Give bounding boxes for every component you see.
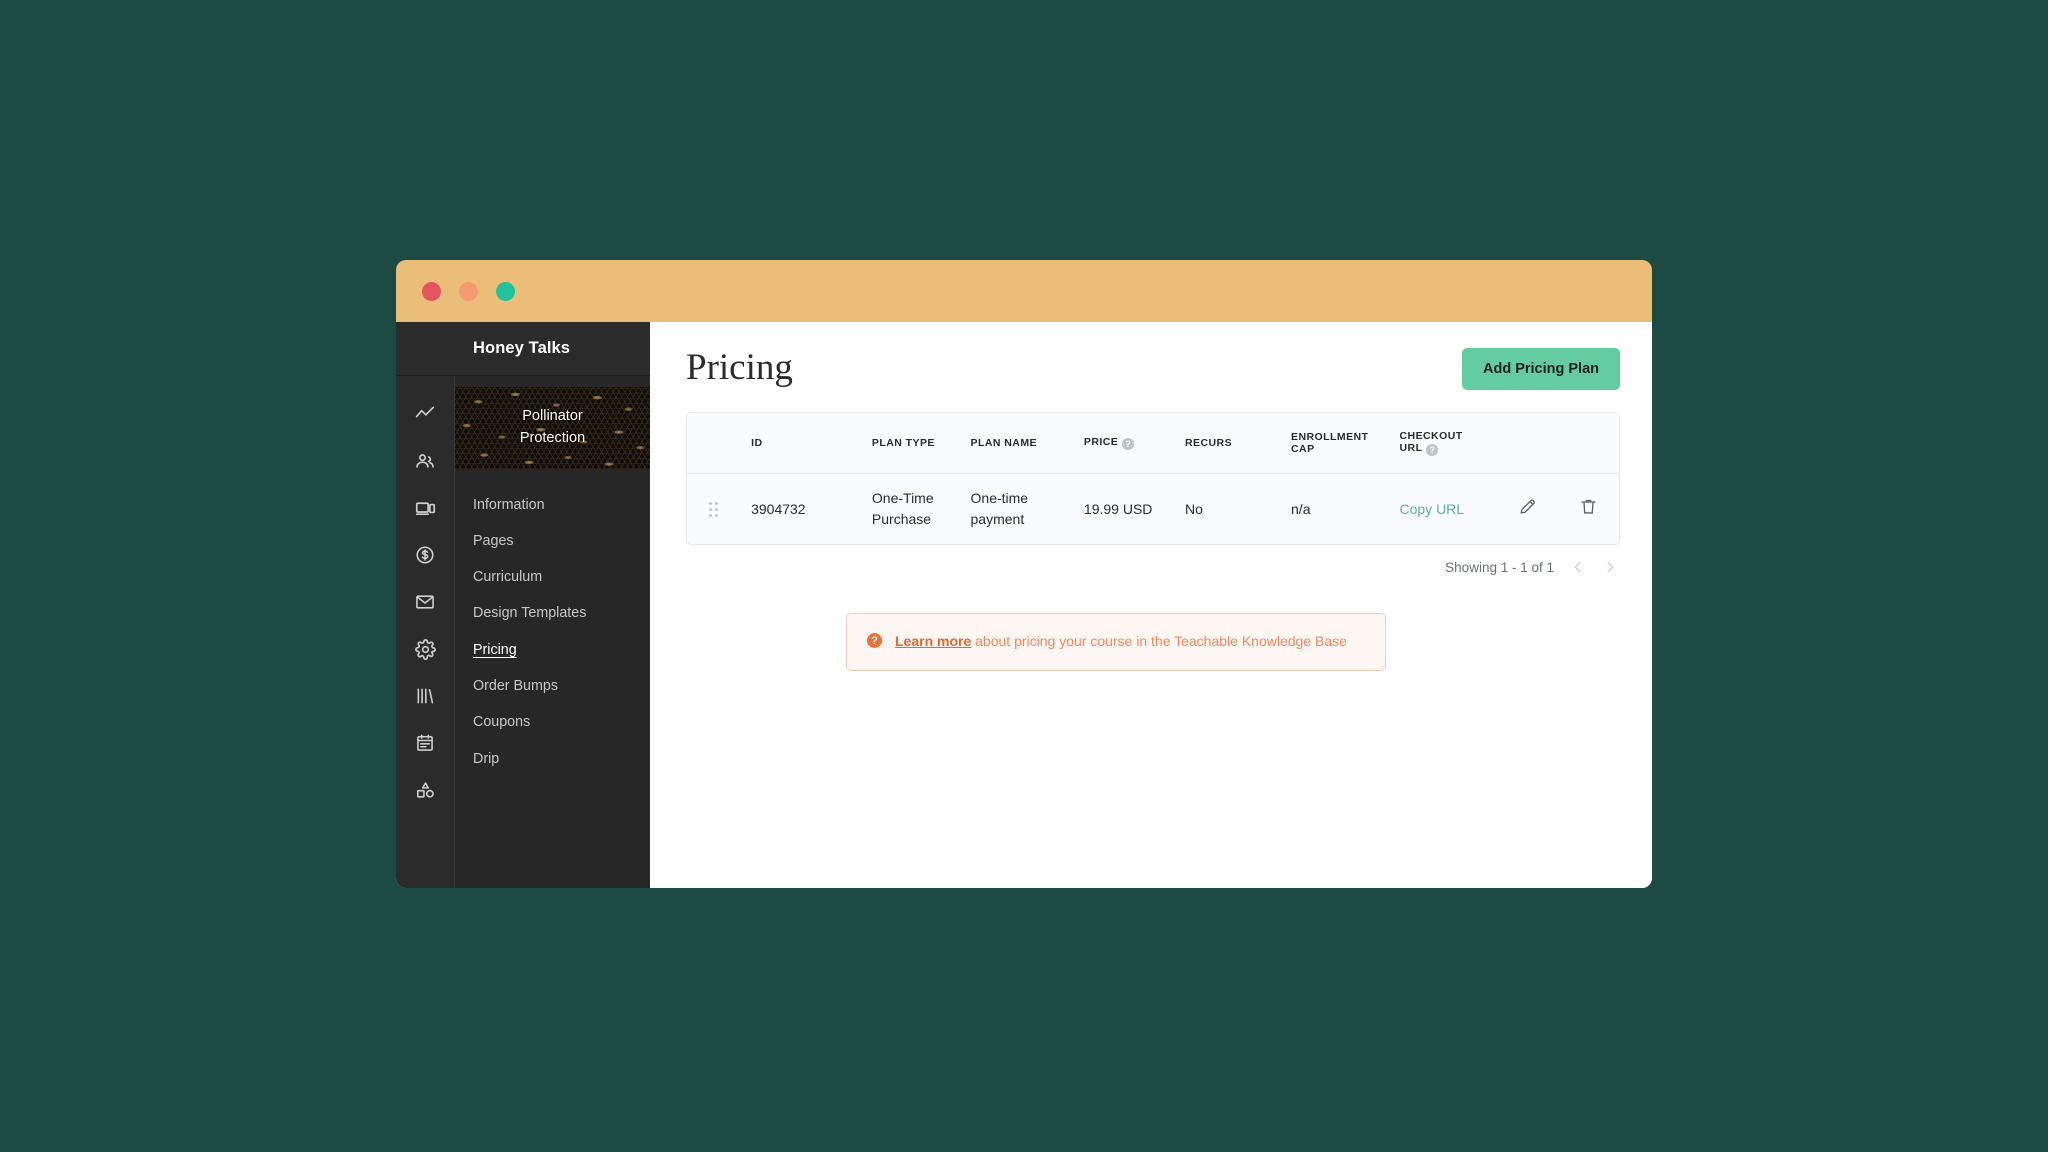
column-header-id: ID (751, 413, 872, 474)
sidebar-item-label: Coupons (473, 714, 531, 731)
column-header-delete (1564, 413, 1619, 474)
minimize-window-button[interactable] (459, 281, 478, 301)
sidebar-item-label: Order Bumps (473, 677, 559, 694)
pencil-icon[interactable] (1518, 497, 1537, 522)
copy-url-link[interactable]: Copy URL (1400, 501, 1465, 517)
primary-icon-rail (396, 322, 454, 888)
window-titlebar (396, 260, 1652, 322)
notes-icon[interactable] (407, 725, 443, 761)
pagination-showing-text: Showing 1 - 1 of 1 (1445, 559, 1554, 575)
checkout-url-line-2: URL (1399, 442, 1423, 454)
pricing-table-element: ID PLAN TYPE PLAN NAME PRICE? RECURS ENR… (687, 413, 1619, 544)
course-thumbnail[interactable]: Pollinator Protection (455, 387, 650, 469)
column-header-recurs: RECURS (1185, 413, 1292, 474)
analytics-icon[interactable] (407, 396, 443, 432)
checkout-url-help-icon[interactable]: ? (1426, 444, 1439, 456)
banner-body-text: about pricing your course in the Teachab… (971, 633, 1347, 649)
library-icon[interactable] (407, 678, 443, 714)
learn-more-link[interactable]: Learn more (895, 633, 971, 649)
maximize-window-button[interactable] (496, 281, 515, 301)
pricing-plans-table: ID PLAN TYPE PLAN NAME PRICE? RECURS ENR… (686, 412, 1620, 545)
cell-recurs: No (1185, 473, 1292, 544)
cell-edit (1495, 473, 1565, 544)
school-title-bar: Honey Talks (396, 322, 650, 376)
dollar-circle-icon[interactable] (407, 537, 443, 573)
enrollment-cap-line-1: ENROLLMENT (1291, 431, 1369, 443)
sidebar-item-curriculum[interactable]: Curriculum (455, 560, 650, 596)
cell-delete (1564, 473, 1619, 544)
sidebar-item-label: Curriculum (473, 569, 543, 586)
table-row: 3904732 One-Time Purchase One-time payme… (687, 473, 1619, 544)
devices-icon[interactable] (407, 490, 443, 526)
window-body: Honey Talks Pollinator Protection Inform… (396, 322, 1652, 888)
shapes-icon[interactable] (407, 772, 443, 808)
pagination: Showing 1 - 1 of 1 (686, 545, 1620, 575)
sidebar-item-label: Information (473, 496, 545, 513)
table-head: ID PLAN TYPE PLAN NAME PRICE? RECURS ENR… (687, 413, 1619, 474)
pagination-next-button[interactable] (1602, 559, 1618, 575)
sidebar-item-drip[interactable]: Drip (455, 741, 650, 777)
sidebar-item-pricing[interactable]: Pricing (455, 632, 650, 668)
column-header-edit (1495, 413, 1565, 474)
course-nav: Information Pages Curriculum Design Temp… (455, 469, 650, 777)
add-pricing-plan-button[interactable]: Add Pricing Plan (1461, 348, 1620, 390)
cell-enrollment-cap: n/a (1291, 473, 1400, 544)
cell-id: 3904732 (751, 473, 872, 544)
cell-plan-name: One-time payment (970, 473, 1084, 544)
course-title-line-1: Pollinator (522, 408, 583, 425)
browser-window: Honey Talks Pollinator Protection Inform… (396, 260, 1652, 888)
sidebar-item-label: Pricing (473, 641, 517, 658)
course-title-line-2: Protection (519, 430, 586, 446)
sidebar-item-information[interactable]: Information (455, 487, 650, 523)
sidebar-item-design-templates[interactable]: Design Templates (455, 596, 650, 632)
column-header-handle (687, 413, 752, 474)
main-content: Pricing Add Pricing Plan ID PLAN TYPE PL… (650, 322, 1652, 888)
checkout-url-line-1: CHECKOUT (1399, 430, 1463, 442)
column-header-enrollment-cap: ENROLLMENT CAP (1291, 413, 1400, 474)
trash-icon[interactable] (1579, 497, 1598, 522)
school-name: Honey Talks (473, 339, 571, 357)
sidebar-item-order-bumps[interactable]: Order Bumps (455, 668, 650, 704)
question-mark-icon: ? (867, 633, 882, 648)
cell-price: 19.99 USD (1083, 473, 1185, 544)
cell-plan-type: One-Time Purchase (871, 473, 971, 544)
learn-more-banner: ? Learn more about pricing your course i… (846, 613, 1386, 671)
sidebar-item-label: Design Templates (473, 605, 587, 622)
sidebar-item-label: Pages (473, 532, 514, 549)
course-sidebar: Honey Talks Pollinator Protection Inform… (396, 322, 650, 888)
page-title: Pricing (686, 347, 793, 388)
close-window-button[interactable] (422, 281, 441, 301)
page-header: Pricing Add Pricing Plan (686, 347, 1620, 412)
banner-text: Learn more about pricing your course in … (895, 631, 1347, 653)
traffic-light-buttons (422, 281, 515, 301)
mail-icon[interactable] (407, 584, 443, 620)
gear-icon[interactable] (407, 631, 443, 667)
row-drag-handle-cell (687, 473, 752, 544)
column-header-price: PRICE? (1083, 413, 1185, 474)
course-thumbnail-title: Pollinator Protection (455, 387, 650, 469)
pagination-prev-button[interactable] (1570, 559, 1586, 575)
users-icon[interactable] (407, 443, 443, 479)
table-header-row: ID PLAN TYPE PLAN NAME PRICE? RECURS ENR… (687, 413, 1619, 474)
table-body: 3904732 One-Time Purchase One-time payme… (687, 473, 1619, 544)
cell-checkout-url: Copy URL (1399, 473, 1496, 544)
drag-handle-icon[interactable] (709, 501, 745, 517)
enrollment-cap-line-2: CAP (1291, 443, 1315, 455)
price-help-icon[interactable]: ? (1122, 438, 1135, 450)
column-header-plan-name: PLAN NAME (970, 413, 1084, 474)
sidebar-item-coupons[interactable]: Coupons (455, 705, 650, 741)
column-header-price-label: PRICE (1083, 436, 1119, 448)
column-header-checkout-url: CHECKOUT URL? (1399, 413, 1496, 474)
column-header-plan-type: PLAN TYPE (871, 413, 971, 474)
sidebar-item-pages[interactable]: Pages (455, 523, 650, 559)
sidebar-item-label: Drip (473, 750, 500, 767)
